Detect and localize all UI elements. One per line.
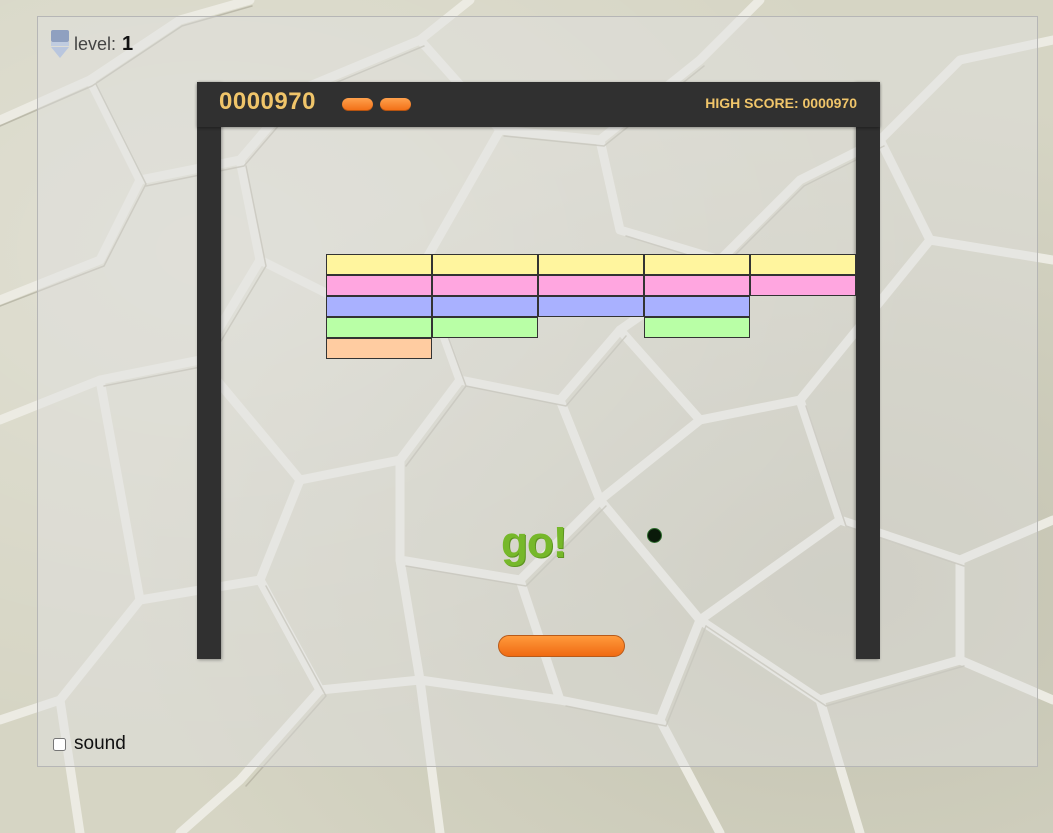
ball bbox=[648, 529, 661, 542]
brick bbox=[750, 254, 856, 275]
go-message: go! bbox=[501, 518, 567, 567]
brick bbox=[538, 296, 644, 317]
high-score-display: HIGH SCORE: 0000970 bbox=[705, 95, 857, 111]
brick bbox=[432, 254, 538, 275]
level-label: level: bbox=[74, 33, 117, 54]
playfield-left-wall bbox=[197, 82, 221, 659]
brick bbox=[644, 317, 750, 338]
brick bbox=[432, 296, 538, 317]
brick bbox=[326, 338, 432, 359]
brick bbox=[326, 317, 432, 338]
brick bbox=[538, 254, 644, 275]
brick bbox=[326, 296, 432, 317]
life-indicator bbox=[380, 98, 411, 111]
brick bbox=[644, 296, 750, 317]
brick bbox=[644, 254, 750, 275]
brick bbox=[326, 275, 432, 296]
level-down-arrow-icon[interactable] bbox=[50, 30, 70, 58]
paddle[interactable] bbox=[498, 635, 625, 657]
level-value: 1 bbox=[122, 32, 134, 55]
sound-toggle[interactable]: sound bbox=[52, 733, 126, 755]
brick bbox=[432, 317, 538, 338]
brick bbox=[644, 275, 750, 296]
score-display: 0000970 bbox=[219, 88, 316, 115]
brick bbox=[538, 275, 644, 296]
level-indicator: level: 1 bbox=[50, 30, 133, 58]
sound-label: sound bbox=[74, 733, 126, 754]
brick bbox=[432, 275, 538, 296]
brick bbox=[326, 254, 432, 275]
playfield-right-wall bbox=[856, 82, 880, 659]
brick bbox=[750, 275, 856, 296]
sound-checkbox[interactable] bbox=[53, 737, 66, 751]
life-indicator bbox=[342, 98, 373, 111]
